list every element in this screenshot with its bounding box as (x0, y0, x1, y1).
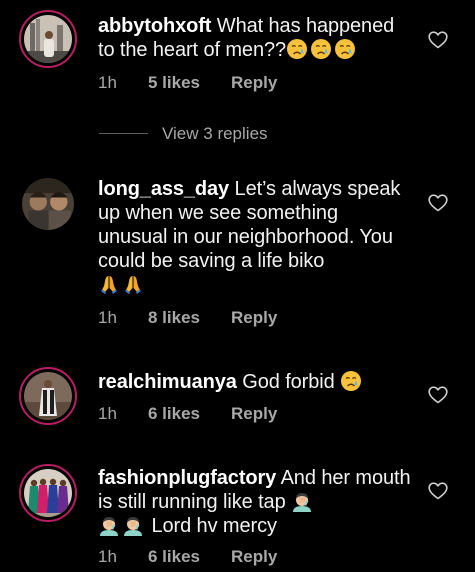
comment-text: fashionplugfactory And her mouth is stil… (98, 466, 418, 538)
reply-button[interactable]: Reply (231, 403, 277, 425)
reply-button[interactable]: Reply (231, 546, 277, 568)
facepalm-icon (122, 514, 144, 536)
comment-text: realchimuanya God forbid (98, 370, 410, 394)
facepalm-icon (291, 490, 313, 512)
avatar[interactable] (19, 464, 77, 522)
folded-hands-icon (98, 273, 120, 295)
crying-face-icon (334, 38, 356, 60)
view-replies-button[interactable]: View 3 replies (99, 122, 359, 146)
avatar[interactable] (22, 178, 74, 230)
username[interactable]: realchimuanya (98, 371, 237, 393)
avatar-photo (24, 469, 72, 517)
comment-time: 1h (98, 547, 117, 566)
comment-time: 1h (98, 73, 117, 92)
like-heart-icon[interactable] (428, 31, 448, 49)
crying-face-icon (340, 370, 362, 392)
username[interactable]: long_ass_day (98, 178, 229, 200)
avatar[interactable] (19, 10, 77, 68)
comment-time: 1h (98, 308, 117, 327)
comment-time: 1h (98, 404, 117, 423)
view-replies-label[interactable]: View 3 replies (162, 122, 268, 146)
likes-count[interactable]: 6 likes (148, 546, 200, 568)
comment-text: long_ass_day Let’s always speak up when … (98, 177, 410, 297)
likes-count[interactable]: 5 likes (148, 72, 200, 94)
comment-body-continued: Lord hv mercy (146, 515, 277, 537)
comment-text: abbytohxoft What has happened to the hea… (98, 14, 410, 62)
like-heart-icon[interactable] (428, 386, 448, 404)
username[interactable]: abbytohxoft (98, 15, 211, 37)
crying-face-icon (310, 38, 332, 60)
avatar-photo (24, 15, 72, 63)
reply-button[interactable]: Reply (231, 307, 277, 329)
replies-divider (99, 133, 148, 134)
avatar-photo (24, 372, 72, 420)
crying-face-icon (286, 38, 308, 60)
username[interactable]: fashionplugfactory (98, 467, 276, 489)
reply-button[interactable]: Reply (231, 72, 277, 94)
likes-count[interactable]: 8 likes (148, 307, 200, 329)
comment-body: God forbid (236, 371, 341, 393)
like-heart-icon[interactable] (428, 194, 448, 212)
likes-count[interactable]: 6 likes (148, 403, 200, 425)
facepalm-icon (98, 514, 120, 536)
avatar-photo (22, 178, 74, 230)
folded-hands-icon (122, 273, 144, 295)
avatar[interactable] (19, 367, 77, 425)
like-heart-icon[interactable] (428, 482, 448, 500)
